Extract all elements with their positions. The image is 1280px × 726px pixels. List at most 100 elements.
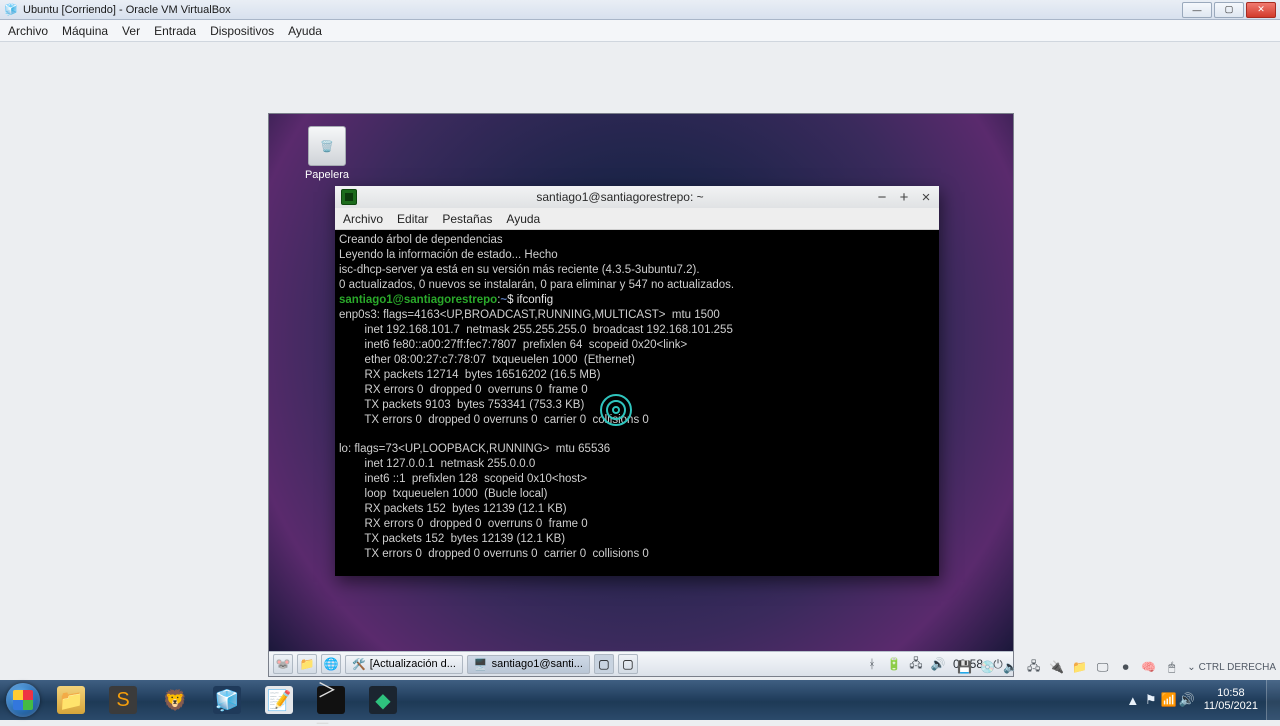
windows-clock-date: 11/05/2021: [1204, 700, 1258, 713]
virtualbox-guest-framebuffer: 🗑️ Papelera santiago1@santiagorestrepo: …: [0, 42, 1280, 677]
vb-optical-icon[interactable]: 💿: [980, 660, 995, 675]
trash-desktop-icon[interactable]: 🗑️ Papelera: [297, 126, 357, 181]
vb-hdd-icon[interactable]: 💾: [957, 660, 972, 675]
terminal-body[interactable]: Creando árbol de dependencias Leyendo la…: [335, 230, 939, 576]
taskbar-brave[interactable]: 🦁: [151, 682, 199, 718]
taskbar-app-1[interactable]: 📝: [255, 682, 303, 718]
out-enp-hdr: enp0s3: flags=4163<UP,BROADCAST,RUNNING,…: [339, 309, 720, 321]
out-enp-rxe: RX errors 0 dropped 0 overruns 0 frame 0: [339, 384, 588, 396]
vb-audio-icon[interactable]: 🔈: [1003, 660, 1018, 675]
virtualbox-titlebar: 🧊 Ubuntu [Corriendo] - Oracle VM Virtual…: [0, 0, 1280, 20]
out-enp-inet: inet 192.168.101.7 netmask 255.255.255.0…: [339, 324, 733, 336]
vb-display-icon[interactable]: 🖵: [1095, 660, 1110, 675]
vb-menu-ayuda[interactable]: Ayuda: [288, 24, 322, 38]
windows-clock-time: 10:58: [1204, 687, 1258, 700]
prompt-user-1: santiago1@santiagorestrepo: [339, 294, 497, 306]
terminal-menubar: Archivo Editar Pestañas Ayuda: [335, 208, 939, 230]
terminal-title: santiago1@santiagorestrepo: ~: [365, 190, 875, 204]
out-deps2: Leyendo la información de estado... Hech…: [339, 249, 558, 261]
out-enp-txp: TX packets 9103 bytes 753341 (753.3 KB): [339, 399, 584, 411]
taskbar-virtualbox[interactable]: 🧊: [203, 682, 251, 718]
terminal-titlebar[interactable]: santiago1@santiagorestrepo: ~ − + ×: [335, 186, 939, 208]
out-lo-hdr: lo: flags=73<UP,LOOPBACK,RUNNING> mtu 65…: [339, 443, 610, 455]
vb-hostkey-indicator: ⌄ CTRL DERECHA: [1187, 662, 1276, 673]
out-lo-txp: TX packets 152 bytes 12139 (12.1 KB): [339, 533, 565, 545]
virtualbox-statusbar: 💾 💿 🔈 🖧 🔌 📁 🖵 ⏺ 🧠 🖱 ⌄ CTRL DERECHA: [957, 658, 1276, 676]
volume-icon[interactable]: 🔊: [931, 657, 945, 671]
vb-menu-archivo[interactable]: Archivo: [8, 24, 48, 38]
panel-workspaces-2[interactable]: ▢: [618, 654, 638, 674]
out-lo-inet: inet 127.0.0.1 netmask 255.0.0.0: [339, 458, 535, 470]
update-icon: 🛠️: [352, 658, 366, 671]
panel-whisker-menu[interactable]: 🐭: [273, 654, 293, 674]
guest-desktop[interactable]: 🗑️ Papelera santiago1@santiagorestrepo: …: [269, 114, 1013, 676]
windows-tray: ▲ ⚑ 📶 🔊 10:58 11/05/2021: [1124, 680, 1280, 720]
cmd-1: ifconfig: [517, 294, 553, 306]
out-lo-inet6: inet6 ::1 prefixlen 128 scopeid 0x10<hos…: [339, 473, 587, 485]
taskbar-explorer[interactable]: 📁: [47, 682, 95, 718]
chevron-down-icon: ⌄: [1187, 662, 1195, 673]
windows-clock[interactable]: 10:58 11/05/2021: [1196, 687, 1266, 713]
terminal-close-button[interactable]: ×: [919, 190, 933, 205]
vb-recording-icon[interactable]: ⏺: [1118, 660, 1133, 675]
battery-icon[interactable]: 🔋: [887, 657, 901, 671]
maximize-button[interactable]: ▢: [1214, 2, 1244, 18]
network-icon[interactable]: 🖧: [909, 657, 923, 671]
virtualbox-app-icon: 🧊: [4, 3, 18, 17]
guest-panel: 🐭 📁 🌐 🛠️ [Actualización d... 🖥️ santiago…: [269, 651, 1013, 676]
out-deps3: isc-dhcp-server ya está en su versión má…: [339, 264, 700, 276]
vb-menu-ver[interactable]: Ver: [122, 24, 140, 38]
close-button[interactable]: ✕: [1246, 2, 1276, 18]
tray-network-icon[interactable]: 📶: [1160, 680, 1178, 720]
panel-task-terminal[interactable]: 🖥️ santiago1@santi...: [467, 655, 590, 674]
terminal-maximize-button[interactable]: +: [897, 190, 911, 205]
bluetooth-icon[interactable]: ᚼ: [865, 657, 879, 671]
taskbar-sublime[interactable]: S: [99, 682, 147, 718]
tray-action-center-icon[interactable]: ⚑: [1142, 680, 1160, 720]
windows-taskbar: 📁 S 🦁 🧊 📝 ＞_ ◆ ▲ ⚑ 📶 🔊 10:58 11/05/2021: [0, 680, 1280, 720]
vb-menu-dispositivos[interactable]: Dispositivos: [210, 24, 274, 38]
terminal-menu-pestanas[interactable]: Pestañas: [442, 212, 492, 226]
terminal-menu-archivo[interactable]: Archivo: [343, 212, 383, 226]
vb-usb-icon[interactable]: 🔌: [1049, 660, 1064, 675]
vb-menu-entrada[interactable]: Entrada: [154, 24, 196, 38]
trash-icon: 🗑️: [308, 126, 346, 166]
prompt-sym-1: $: [507, 294, 517, 306]
panel-task-update-label: [Actualización d...: [370, 658, 456, 670]
terminal-icon: 🖥️: [474, 658, 488, 671]
vb-hostkey-label: CTRL DERECHA: [1199, 662, 1276, 673]
tray-overflow-icon[interactable]: ▲: [1124, 680, 1142, 720]
minimize-button[interactable]: —: [1182, 2, 1212, 18]
panel-web-launcher[interactable]: 🌐: [321, 654, 341, 674]
panel-workspaces-1[interactable]: ▢: [594, 654, 614, 674]
out-deps4: 0 actualizados, 0 nuevos se instalarán, …: [339, 279, 734, 291]
taskbar-app-2[interactable]: ◆: [359, 682, 407, 718]
start-button[interactable]: [0, 680, 46, 720]
out-enp-rxp: RX packets 12714 bytes 16516202 (16.5 MB…: [339, 369, 600, 381]
terminal-menu-editar[interactable]: Editar: [397, 212, 428, 226]
vb-cpu-icon[interactable]: 🧠: [1141, 660, 1156, 675]
terminal-app-icon: [341, 189, 357, 205]
vb-menu-maquina[interactable]: Máquina: [62, 24, 108, 38]
tray-volume-icon[interactable]: 🔊: [1178, 680, 1196, 720]
panel-task-terminal-label: santiago1@santi...: [492, 658, 583, 670]
windows-orb-icon: [6, 683, 40, 717]
vb-network-icon[interactable]: 🖧: [1026, 660, 1041, 675]
show-desktop-button[interactable]: [1266, 680, 1280, 720]
panel-task-update[interactable]: 🛠️ [Actualización d...: [345, 655, 463, 674]
terminal-menu-ayuda[interactable]: Ayuda: [506, 212, 540, 226]
trash-label: Papelera: [297, 169, 357, 181]
out-lo-rxe: RX errors 0 dropped 0 overruns 0 frame 0: [339, 518, 588, 530]
out-enp-txe: TX errors 0 dropped 0 overruns 0 carrier…: [339, 414, 649, 426]
virtualbox-menubar: Archivo Máquina Ver Entrada Dispositivos…: [0, 20, 1280, 42]
taskbar-cmd[interactable]: ＞_: [307, 682, 355, 718]
terminal-minimize-button[interactable]: −: [875, 190, 889, 205]
terminal-window[interactable]: santiago1@santiagorestrepo: ~ − + × Arch…: [335, 186, 939, 576]
out-enp-ether: ether 08:00:27:c7:78:07 txqueuelen 1000 …: [339, 354, 635, 366]
vb-mouse-icon[interactable]: 🖱: [1164, 660, 1179, 675]
vb-shared-icon[interactable]: 📁: [1072, 660, 1087, 675]
out-lo-txe: TX errors 0 dropped 0 overruns 0 carrier…: [339, 548, 649, 560]
panel-files-launcher[interactable]: 📁: [297, 654, 317, 674]
out-lo-loop: loop txqueuelen 1000 (Bucle local): [339, 488, 547, 500]
out-enp-inet6: inet6 fe80::a00:27ff:fec7:7807 prefixlen…: [339, 339, 687, 351]
